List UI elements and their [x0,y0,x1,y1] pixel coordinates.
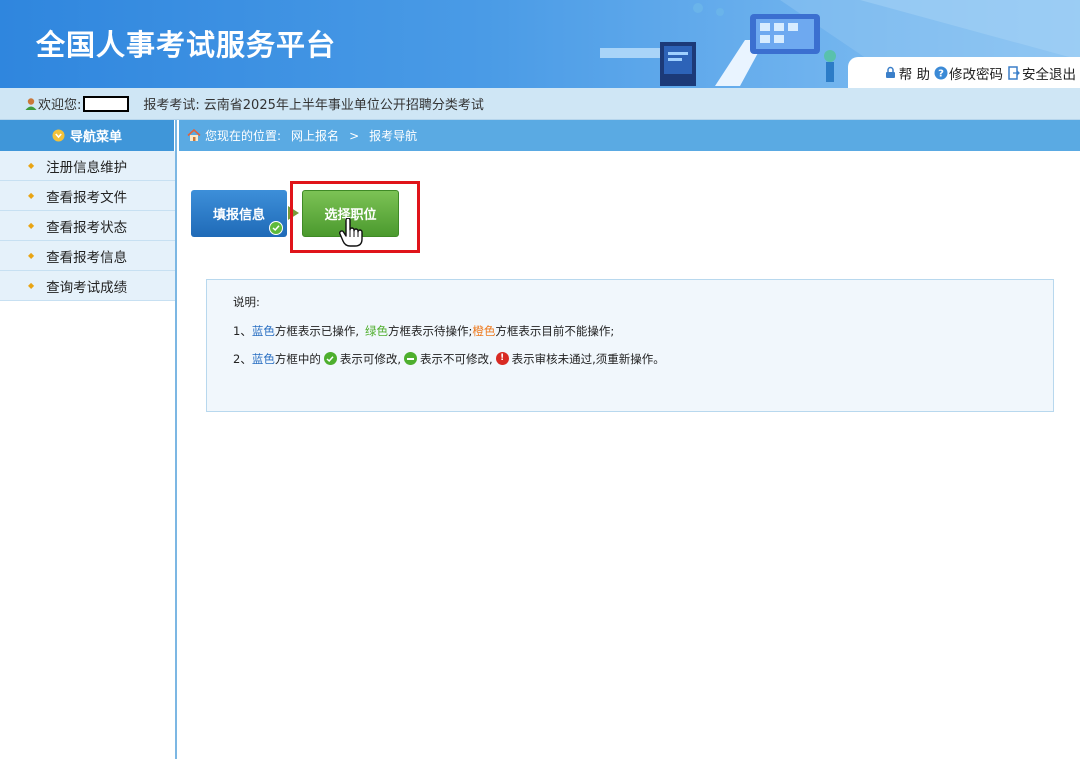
sidebar-item-label: 查询考试成绩 [46,279,128,296]
welcome-bar: 欢迎您: 报考考试: 云南省2025年上半年事业单位公开招聘分类考试 [0,88,1080,120]
sidebar: 导航菜单 ◆ 注册信息维护 ◆ 查看报考文件 ◆ 查看报考状态 ◆ 查看报考信息… [0,120,177,759]
diamond-bullet-icon: ◆ [28,281,35,290]
top-links: 帮 助 ? 修改密码 安全退出 [848,57,1080,88]
line-number: 2、 [233,351,252,366]
fill-info-step-button[interactable]: 填报信息 [191,190,287,237]
green-text: 绿色 [364,323,388,338]
change-password-link[interactable]: ? 修改密码 [934,63,1003,83]
home-icon [187,129,201,143]
header-illustration [600,3,836,86]
diamond-bullet-icon: ◆ [28,251,35,260]
logout-link[interactable]: 安全退出 [1007,63,1076,83]
diamond-bullet-icon: ◆ [28,191,35,200]
instructions-box: 说明: 1、 蓝色 方框表示已操作, 绿色 方框表示待操作; 橙色 方框表示目前… [206,279,1054,412]
breadcrumb: 您现在的位置: 网上报名 > 报考导航 [179,120,1080,151]
line1-text-b: 方框表示待操作; [387,323,473,338]
sidebar-item-scores[interactable]: ◆ 查询考试成绩 [0,271,175,301]
line2-text-b: 表示可修改, [339,351,401,366]
sidebar-item-exam-status[interactable]: ◆ 查看报考状态 [0,211,175,241]
instructions-line-1: 1、 蓝色 方框表示已操作, 绿色 方框表示待操作; 橙色 方框表示目前不能操作… [233,323,1027,338]
sidebar-item-label: 查看报考状态 [46,219,128,236]
nav-menu-title: 导航菜单 [69,130,122,145]
nav-menu-header: 导航菜单 [0,120,175,151]
sidebar-item-label: 查看报考文件 [46,189,128,206]
logout-label: 安全退出 [1022,66,1076,83]
username-redacted [83,95,130,112]
breadcrumb-prefix: 您现在的位置: [205,129,282,143]
blue-text: 蓝色 [251,323,275,338]
svg-text:?: ? [938,68,944,79]
exam-label: 报考考试: [143,98,200,113]
help-link[interactable]: 帮 助 [884,63,930,83]
check-icon [269,221,283,235]
chevron-down-icon [52,129,66,143]
welcome-prefix: 欢迎您: [38,98,82,113]
breadcrumb-separator: > [349,128,360,143]
minus-circle-icon [403,352,417,365]
line2-text-a: 方框中的 [274,351,321,366]
header-banner: 全国人事考试服务平台 帮 助 ? 修改密码 安全退出 [0,0,1080,88]
line-number: 1、 [233,323,252,338]
hand-cursor-icon [339,218,363,247]
change-password-label: 修改密码 [949,66,1003,83]
blue-text: 蓝色 [251,351,275,366]
sidebar-item-exam-files[interactable]: ◆ 查看报考文件 [0,181,175,211]
user-icon [24,97,38,111]
site-title: 全国人事考试服务平台 [36,28,337,62]
line2-text-d: 表示审核未通过,须重新操作。 [511,351,665,366]
question-icon: ? [934,66,948,80]
instructions-line-2: 2、 蓝色 方框中的 表示可修改, 表示不可修改, ! 表示审核未通过,须重新操… [233,351,1027,366]
diamond-bullet-icon: ◆ [28,161,35,170]
line1-text-a: 方框表示已操作, [274,323,359,338]
line2-text-c: 表示不可修改, [419,351,493,366]
breadcrumb-item-online-registration[interactable]: 网上报名 [291,127,339,144]
line1-text-c: 方框表示目前不能操作; [495,323,615,338]
check-circle-icon [323,352,337,365]
lock-icon [884,66,898,80]
sidebar-item-registration[interactable]: ◆ 注册信息维护 [0,151,175,181]
logout-icon [1007,65,1021,80]
exclamation-circle-icon: ! [495,352,509,365]
orange-text: 橙色 [472,323,496,338]
instructions-title-line: 说明: [233,294,1027,309]
instructions-title: 说明: [233,294,260,309]
fill-info-step-label: 填报信息 [212,208,265,223]
sidebar-item-label: 查看报考信息 [46,249,128,266]
exam-name: 云南省2025年上半年事业单位公开招聘分类考试 [203,98,484,113]
diamond-bullet-icon: ◆ [28,221,35,230]
help-link-label: 帮 助 [898,66,930,83]
sidebar-item-label: 注册信息维护 [46,159,128,176]
breadcrumb-item-exam-navigation[interactable]: 报考导航 [369,127,417,144]
sidebar-item-exam-info[interactable]: ◆ 查看报考信息 [0,241,175,271]
